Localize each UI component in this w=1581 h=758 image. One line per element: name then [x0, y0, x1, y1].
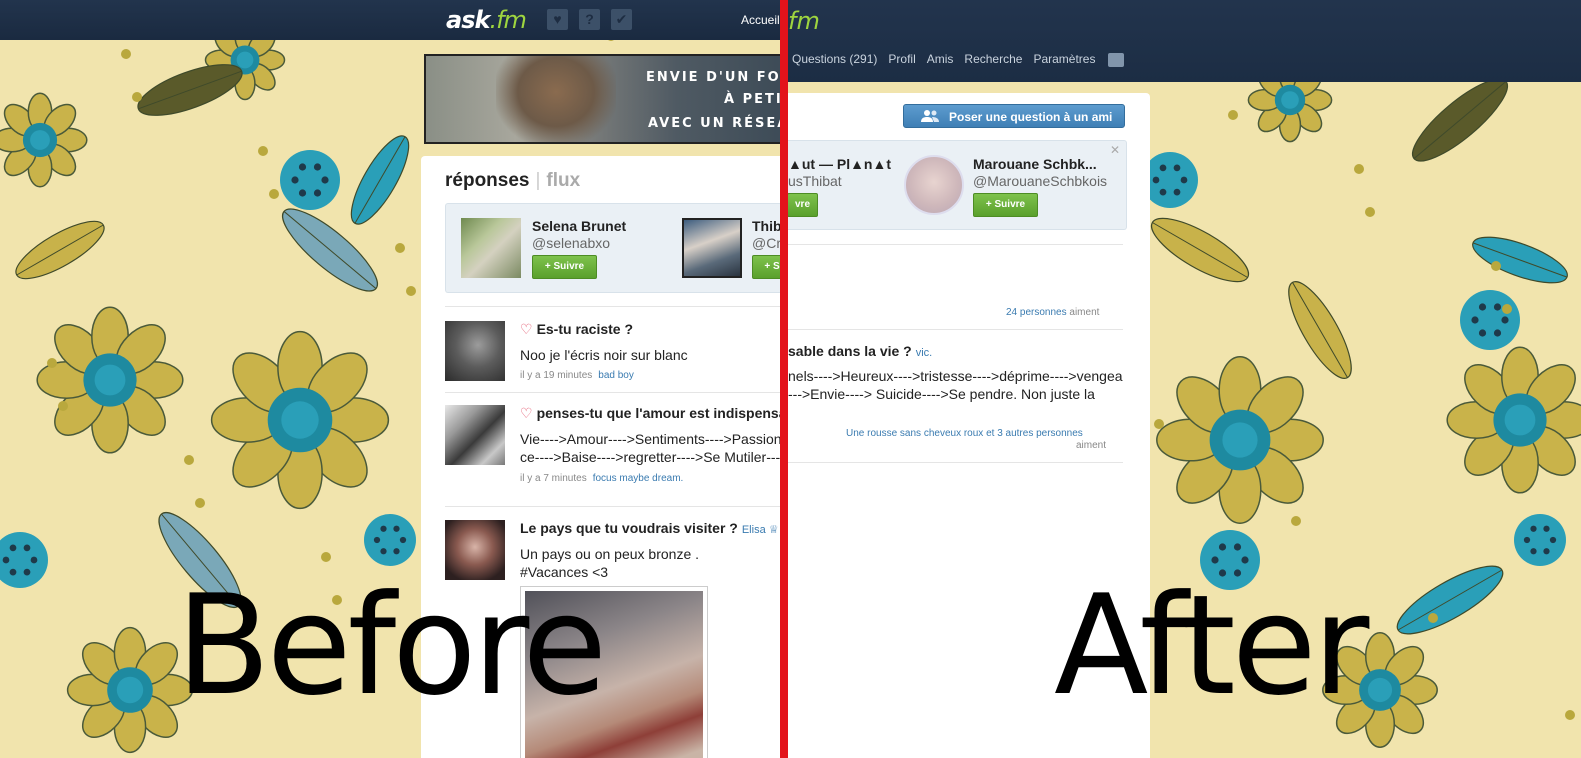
answer-text: Noo je l'écris noir sur blanc — [520, 347, 688, 363]
answerer-avatar[interactable] — [445, 321, 505, 381]
answer-text: --->Envie----> Suicide---->Se pendre. No… — [788, 386, 1095, 402]
answer-text: ce---->Baise---->regretter---->Se Mutile… — [520, 449, 785, 465]
close-icon[interactable]: ✕ — [1110, 143, 1120, 157]
answer-meta: il y a 19 minutes bad boy — [520, 370, 634, 381]
suggestion-avatar[interactable] — [904, 155, 964, 215]
answerer-avatar[interactable] — [445, 405, 505, 465]
answer-time[interactable]: il y a 7 minutes — [520, 473, 587, 484]
follow-suggestions: Selena Brunet @selenabxo + Suivre Thib @… — [445, 203, 786, 293]
nav-home-link[interactable]: Accueil — [741, 13, 780, 27]
banner-text-line: À PETI — [724, 92, 783, 107]
answer-item: ♡ penses-tu que l'amour est indispensa Vi… — [445, 405, 786, 495]
suggestion-name[interactable]: Thib — [752, 218, 782, 234]
suggestion-name[interactable]: Marouane Schbk... — [973, 156, 1097, 172]
likes-verb: aiment — [1076, 440, 1107, 451]
divider — [445, 506, 786, 507]
asker-name[interactable]: vic. — [916, 347, 933, 359]
suggestion-handle: @MarouaneSchbkois — [973, 173, 1108, 189]
heart-icon[interactable]: ♥ — [547, 9, 568, 30]
banner-text-line: AVEC UN RÉSEAU — [648, 116, 784, 131]
heart-icon[interactable]: ♡ — [520, 405, 533, 421]
before-pane: ask.fm ♥ ? ✔ Accueil ENVIE D'UN FO À PET… — [0, 0, 786, 758]
question-text[interactable]: sable dans la vie ? vic. — [788, 343, 932, 359]
nav-amis[interactable]: Amis — [927, 52, 954, 67]
answer-meta: il y a 7 minutes focus maybe dream. — [520, 473, 683, 484]
answer-item: ♡ Es-tu raciste ? Noo je l'écris noir sur… — [445, 321, 786, 391]
top-navigation-bar: ask.fm ♥ ? ✔ Accueil — [0, 0, 786, 40]
suggestion-photo[interactable] — [682, 218, 742, 278]
suggestion-handle: @selenabxo — [532, 235, 611, 251]
before-label: Before — [176, 565, 607, 726]
divider — [445, 392, 786, 393]
logout-icon[interactable] — [1108, 53, 1125, 67]
nav-questions[interactable]: Questions (291) — [792, 52, 877, 67]
question-text[interactable]: ♡ penses-tu que l'amour est indispensa — [520, 405, 786, 422]
suggestion-name[interactable]: ▲ut — Pl▲n▲t — [788, 156, 891, 172]
after-label: After — [1054, 565, 1369, 726]
asker-name[interactable]: Elisa ♕ — [742, 524, 779, 536]
banner-photo — [496, 56, 616, 142]
askfm-logo[interactable]: fm — [788, 7, 820, 35]
answer-text: nels---->Heureux---->tristesse---->dépri… — [788, 368, 1123, 384]
follow-button[interactable]: + Suivre — [973, 193, 1038, 217]
nav-profil[interactable]: Profil — [888, 52, 915, 67]
check-icon[interactable]: ✔ — [611, 9, 632, 30]
divider — [788, 329, 1123, 330]
divider — [788, 244, 1123, 245]
likes-count[interactable]: Une rousse sans cheveux roux et 3 autres… — [846, 428, 1083, 439]
answer-time[interactable]: il y a 19 minutes — [520, 370, 592, 381]
likes-count[interactable]: 24 personnes aiment — [1006, 307, 1099, 318]
answerer-name[interactable]: focus maybe dream. — [593, 473, 684, 484]
banner-text-line: ENVIE D'UN FO — [646, 70, 781, 85]
follow-suggestions: ✕ ▲ut — Pl▲n▲t usThibat vre Marouane Sch… — [788, 140, 1127, 230]
follow-button[interactable]: vre — [788, 193, 818, 217]
suggestion-handle: usThibat — [788, 173, 842, 189]
tab-reponses[interactable]: réponses — [445, 170, 529, 191]
suggestion-handle: @Cr — [752, 235, 781, 251]
heart-icon[interactable]: ♡ — [520, 321, 533, 337]
nav-parametres[interactable]: Paramètres — [1033, 52, 1095, 67]
suggestion-name[interactable]: Selena Brunet — [532, 218, 626, 234]
question-text[interactable]: Le pays que tu voudrais visiter ? Elisa ♕ — [520, 520, 779, 536]
tab-flux[interactable]: flux — [546, 170, 580, 191]
comparison-divider — [780, 0, 788, 758]
divider — [788, 462, 1123, 463]
feed-tabs: réponses | flux — [445, 170, 581, 191]
after-pane: fm Questions (291) Profil Amis Recherche… — [788, 0, 1581, 758]
nav-recherche[interactable]: Recherche — [964, 52, 1022, 67]
top-navigation-bar: fm Questions (291) Profil Amis Recherche… — [788, 0, 1581, 82]
ad-banner[interactable]: ENVIE D'UN FO À PETI AVEC UN RÉSEAU — [424, 54, 786, 144]
ask-friend-button[interactable]: Poser une question à un ami — [903, 104, 1125, 128]
answer-text: Vie---->Amour---->Sentiments---->Passion — [520, 431, 782, 447]
people-icon — [921, 110, 939, 122]
askfm-logo[interactable]: ask.fm — [446, 6, 527, 34]
suggestion-photo[interactable] — [461, 218, 521, 278]
answerer-name[interactable]: bad boy — [598, 370, 634, 381]
divider — [445, 306, 786, 307]
question-text[interactable]: ♡ Es-tu raciste ? — [520, 321, 633, 338]
main-navigation: Questions (291) Profil Amis Recherche Pa… — [792, 52, 1125, 67]
follow-button[interactable]: + Suivre — [532, 255, 597, 279]
question-icon[interactable]: ? — [579, 9, 600, 30]
answer-text: Un pays ou on peux bronze . — [520, 546, 700, 562]
